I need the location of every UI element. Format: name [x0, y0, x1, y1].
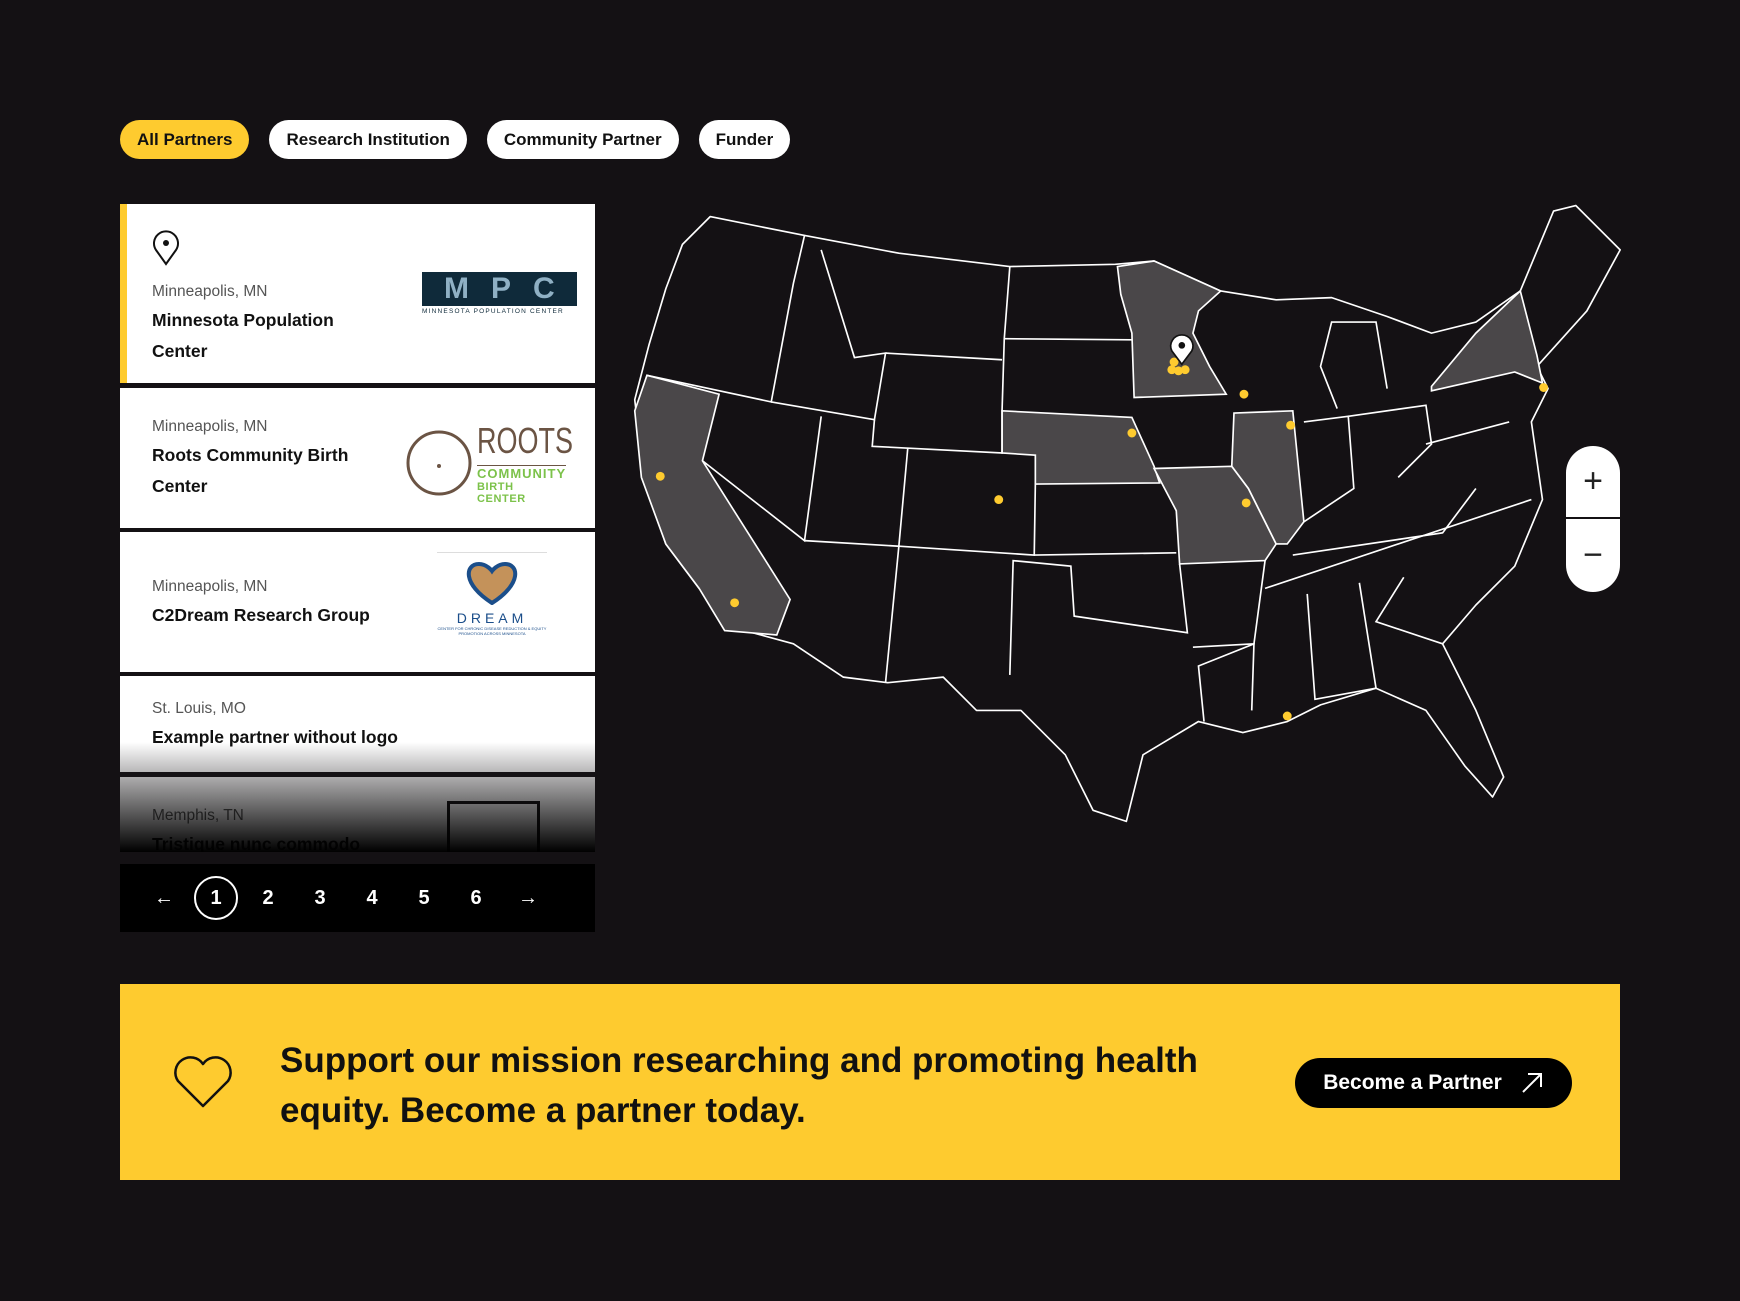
map-marker[interactable]	[1282, 711, 1292, 721]
map-marker[interactable]	[1539, 383, 1549, 392]
heart-icon	[174, 1056, 232, 1108]
partner-cta-banner: Support our mission researching and prom…	[120, 984, 1620, 1180]
zoom-out-button[interactable]: −	[1566, 519, 1620, 592]
map-marker[interactable]	[655, 471, 665, 481]
map-marker[interactable]	[994, 495, 1004, 505]
become-partner-button[interactable]: Become a Partner	[1295, 1058, 1572, 1108]
map-marker[interactable]	[1239, 389, 1249, 399]
map-zoom-controls: + −	[1566, 446, 1620, 592]
arrow-up-right-icon	[1522, 1073, 1542, 1093]
banner-text: Support our mission researching and prom…	[280, 1041, 1198, 1130]
zoom-in-button[interactable]: +	[1566, 446, 1620, 519]
map-marker[interactable]	[1286, 420, 1296, 430]
map-marker[interactable]	[1180, 365, 1190, 375]
map-marker[interactable]	[730, 598, 740, 608]
map-marker[interactable]	[1241, 498, 1251, 508]
map-marker[interactable]	[1127, 428, 1137, 438]
become-partner-label: Become a Partner	[1323, 1071, 1502, 1094]
